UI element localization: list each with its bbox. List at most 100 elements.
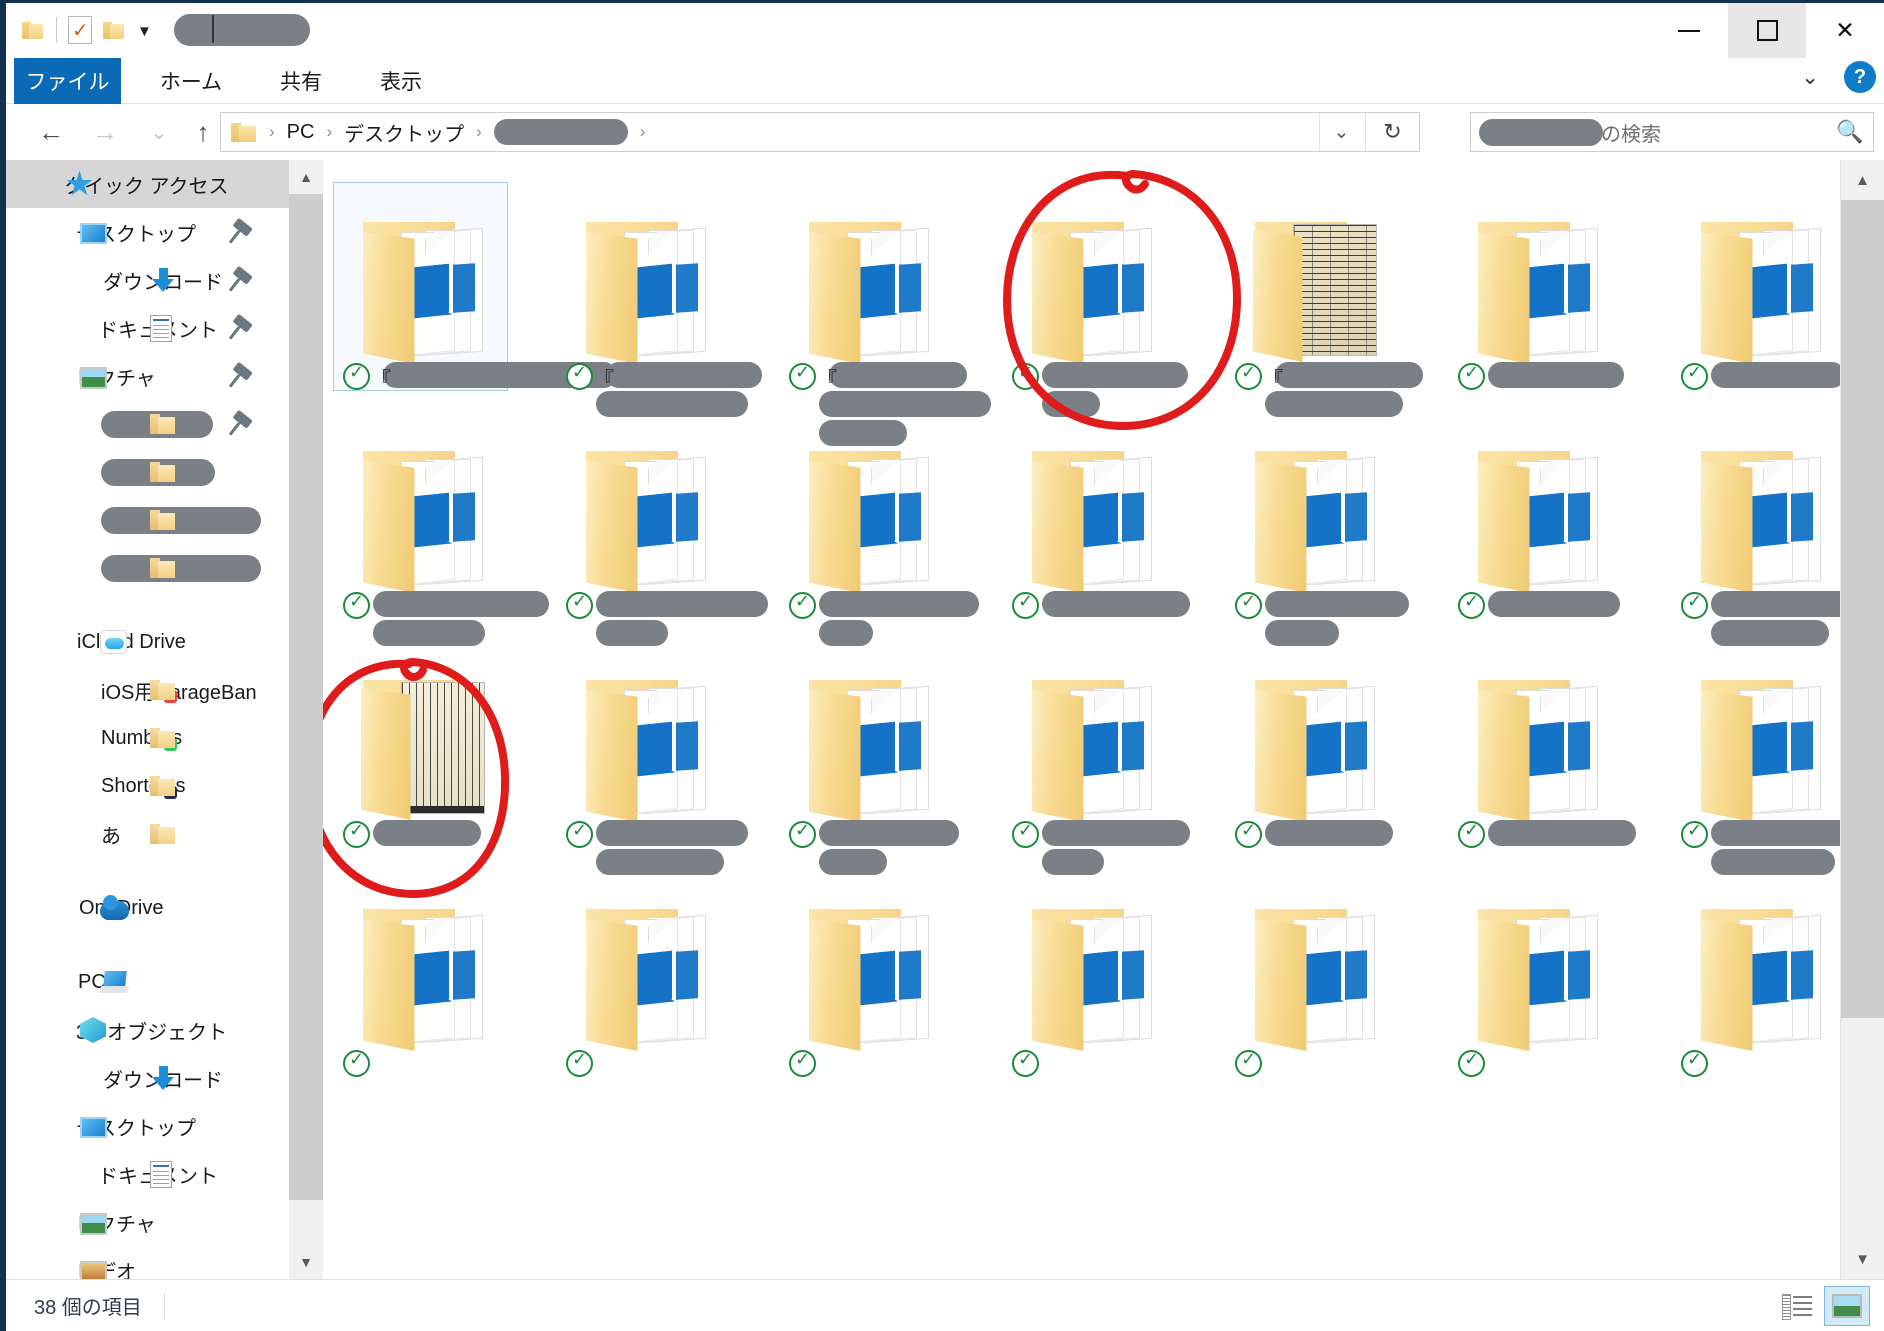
file-item[interactable] — [335, 646, 510, 849]
tab-share[interactable]: 共有 — [251, 58, 351, 104]
breadcrumb[interactable]: › PC › デスクトップ › › ⌄ ↻ — [220, 112, 1420, 152]
file-list-scrollbar[interactable]: ▲ ▼ — [1840, 160, 1884, 1279]
sync-status-icon — [1458, 362, 1485, 390]
file-item[interactable] — [1450, 417, 1625, 620]
file-item[interactable] — [1004, 188, 1188, 420]
folder-icon[interactable] — [16, 13, 50, 47]
file-list-pane[interactable]: 『 『 『 『 — [323, 160, 1840, 1279]
file-item[interactable] — [1227, 417, 1409, 649]
file-item[interactable] — [558, 875, 733, 1077]
sidebar-item-numbers[interactable]: Numbers — [6, 714, 289, 762]
file-item[interactable] — [558, 646, 748, 878]
search-icon[interactable]: 🔍 — [1835, 119, 1865, 145]
sidebar-item-redacted[interactable] — [6, 400, 289, 448]
file-item[interactable] — [1673, 417, 1840, 649]
sidebar-item-item-1[interactable]: デスクトップ — [6, 208, 289, 256]
view-large-icons-button[interactable] — [1824, 1285, 1870, 1326]
sidebar-item-pc[interactable]: PC — [6, 958, 289, 1006]
file-item[interactable] — [1673, 875, 1840, 1077]
sidebar-item-shortcuts[interactable]: Shortcuts — [6, 762, 289, 810]
file-thumbnail — [1004, 188, 1179, 364]
breadcrumb-item-desktop[interactable]: デスクトップ — [342, 118, 466, 147]
navigation-scrollbar[interactable]: ▲ ▼ — [289, 160, 323, 1279]
file-item[interactable]: 『 — [333, 182, 617, 391]
pin-icon[interactable] — [233, 370, 244, 381]
properties-icon[interactable] — [63, 13, 97, 47]
recent-locations-button[interactable]: ⌄ — [138, 112, 180, 152]
scrollbar-thumb[interactable] — [289, 194, 323, 1200]
file-item[interactable] — [781, 875, 956, 1077]
file-thumbnail — [1227, 417, 1402, 593]
address-dropdown-icon[interactable]: ⌄ — [1319, 113, 1363, 151]
file-item[interactable] — [558, 417, 768, 649]
file-item[interactable] — [1227, 646, 1402, 849]
file-item[interactable] — [1450, 188, 1625, 391]
search-input[interactable]: の検索 🔍 — [1470, 112, 1874, 152]
sidebar-item-item-21[interactable]: デスクトップ — [6, 1102, 289, 1150]
sidebar-item-item-2[interactable]: ダウンロード — [6, 256, 289, 304]
pin-icon[interactable] — [233, 226, 244, 237]
maximize-button[interactable] — [1728, 3, 1806, 58]
file-item[interactable] — [1450, 875, 1625, 1077]
tab-view[interactable]: 表示 — [351, 58, 451, 104]
pin-icon[interactable] — [233, 322, 244, 333]
scroll-up-icon[interactable]: ▲ — [1841, 160, 1884, 200]
new-folder-icon[interactable] — [97, 13, 131, 47]
up-button[interactable]: ↑ — [182, 112, 224, 152]
document-icon — [150, 314, 172, 342]
tab-file[interactable]: ファイル — [14, 58, 121, 104]
file-item[interactable] — [335, 417, 549, 649]
file-item[interactable] — [335, 875, 510, 1077]
tab-home[interactable]: ホーム — [136, 58, 246, 104]
file-item[interactable] — [1004, 875, 1179, 1077]
file-item[interactable] — [781, 646, 959, 878]
navigation-pane[interactable]: クイック アクセスデスクトップダウンロードドキュメントピクチャ iCloud Dr… — [6, 160, 289, 1279]
file-item[interactable] — [1673, 646, 1840, 878]
file-item[interactable]: 『 — [1227, 188, 1423, 420]
sidebar-item-redacted[interactable] — [6, 544, 289, 592]
help-icon[interactable]: ? — [1844, 61, 1876, 93]
file-item[interactable] — [1673, 188, 1840, 391]
sidebar-item-ios-garageban[interactable]: iOS用GarageBan — [6, 666, 289, 714]
back-button[interactable]: ← — [30, 112, 72, 152]
pin-icon[interactable] — [233, 274, 244, 285]
title-cursor — [212, 15, 214, 43]
sidebar-item-3d[interactable]: 3D オブジェクト — [6, 1006, 289, 1054]
sidebar-item-item-24[interactable]: ビデオ — [6, 1246, 289, 1279]
forward-button[interactable]: → — [84, 112, 126, 152]
chevron-down-icon[interactable]: ⌄ — [1790, 65, 1830, 90]
sidebar-item-icloud-drive[interactable]: iCloud Drive — [6, 618, 289, 666]
sidebar-item-item-14[interactable]: あ — [6, 810, 289, 858]
file-item[interactable] — [1004, 417, 1190, 620]
sidebar-item-item-0[interactable]: クイック アクセス — [6, 160, 289, 208]
file-item[interactable] — [1227, 875, 1402, 1077]
file-item[interactable]: 『 — [558, 188, 762, 420]
sidebar-item-onedrive[interactable]: OneDrive — [6, 884, 289, 932]
sidebar-item-item-4[interactable]: ピクチャ — [6, 352, 289, 400]
sidebar-item-redacted[interactable] — [6, 448, 289, 496]
scroll-up-icon[interactable]: ▲ — [289, 160, 323, 194]
pin-icon[interactable] — [233, 418, 244, 429]
file-item[interactable]: 『 — [781, 188, 991, 449]
breadcrumb-item-redacted[interactable] — [493, 119, 628, 145]
sidebar-item-redacted[interactable] — [6, 496, 289, 544]
minimize-button[interactable] — [1650, 3, 1728, 58]
picture-folder-icon — [580, 897, 712, 1051]
file-item[interactable] — [781, 417, 979, 649]
customize-caret-icon[interactable]: ▼ — [131, 23, 158, 40]
onedrive-icon — [100, 894, 129, 920]
folder-icon — [150, 823, 175, 845]
sidebar-item-item-23[interactable]: ピクチャ — [6, 1198, 289, 1246]
sidebar-item-item-3[interactable]: ドキュメント — [6, 304, 289, 352]
scrollbar-thumb[interactable] — [1841, 200, 1884, 1018]
scroll-down-icon[interactable]: ▼ — [1841, 1239, 1884, 1279]
sidebar-item-item-22[interactable]: ドキュメント — [6, 1150, 289, 1198]
breadcrumb-item-pc[interactable]: PC — [285, 121, 317, 144]
file-item[interactable] — [1450, 646, 1636, 849]
scroll-down-icon[interactable]: ▼ — [289, 1245, 323, 1279]
sidebar-item-item-20[interactable]: ダウンロード — [6, 1054, 289, 1102]
refresh-icon[interactable]: ↻ — [1365, 113, 1419, 151]
file-item[interactable] — [1004, 646, 1190, 878]
view-details-button[interactable] — [1774, 1286, 1820, 1326]
close-button[interactable]: ✕ — [1806, 3, 1884, 58]
